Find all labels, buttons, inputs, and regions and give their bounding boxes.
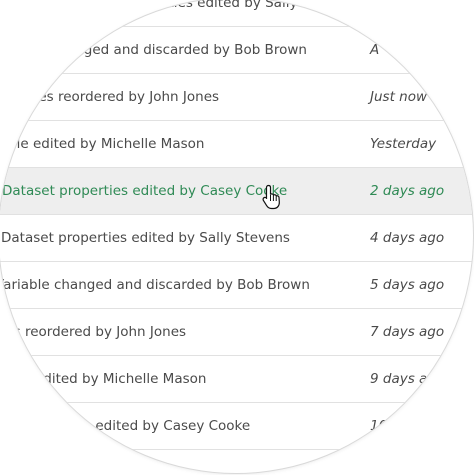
activity-row[interactable]: Variables reordered by John Jones Just n… — [0, 74, 473, 121]
activity-description: Dataset properties edited by Casey Cooke — [0, 418, 251, 434]
activity-time: 5 days ago — [370, 277, 445, 293]
activity-row[interactable]: Dataset properties edited by Casey Cooke… — [0, 403, 473, 450]
activity-time: 7 days ago — [370, 324, 445, 340]
activity-time: 4 days ago — [370, 230, 445, 246]
activity-description: Variable changed and discarded by Bob Br… — [0, 277, 310, 293]
activity-row[interactable]: Dataset properties edited by Sally Steve… — [0, 215, 473, 262]
activity-time: A — [370, 42, 380, 58]
activity-row[interactable]: Variable changed and discarded by Bob Br… — [0, 262, 473, 309]
activity-description: Variables reordered by John Jones — [0, 89, 220, 105]
activity-row[interactable]: Variable edited by Michelle Mason Yester… — [0, 121, 473, 168]
activity-time: 10 days ago — [370, 418, 453, 434]
activity-row[interactable]: Variables reordered by John Jones 7 days… — [0, 309, 473, 356]
activity-description: Variable edited by Michelle Mason — [0, 136, 205, 152]
activity-list: properties edited by Sally Stevens chang… — [0, 0, 473, 450]
magnifier-stage: properties edited by Sally Stevens chang… — [0, 0, 474, 475]
activity-time: Just now — [370, 89, 428, 105]
activity-description: Variable edited by Michelle Mason — [0, 371, 207, 387]
activity-description: Dataset properties edited by Sally Steve… — [1, 230, 290, 246]
magnifier-lens: properties edited by Sally Stevens chang… — [0, 0, 473, 473]
activity-row[interactable]: changed and discarded by Bob Brown A — [0, 27, 473, 74]
activity-description: Dataset properties edited by Casey Cooke — [2, 183, 288, 199]
activity-description: changed and discarded by Bob Brown — [51, 42, 307, 58]
activity-description: Variables reordered by John Jones — [0, 324, 187, 340]
activity-time: 2 days ago — [370, 183, 445, 199]
activity-description: properties edited by Sally Stevens — [124, 0, 356, 11]
activity-row-hovered[interactable]: Dataset properties edited by Casey Cooke… — [0, 168, 473, 215]
activity-time: 9 days ago — [370, 371, 445, 387]
activity-row[interactable]: properties edited by Sally Stevens — [0, 0, 473, 27]
activity-row[interactable]: Variable edited by Michelle Mason 9 days… — [0, 356, 473, 403]
hand-pointer-icon — [262, 184, 280, 210]
activity-time: Yesterday — [370, 136, 437, 152]
